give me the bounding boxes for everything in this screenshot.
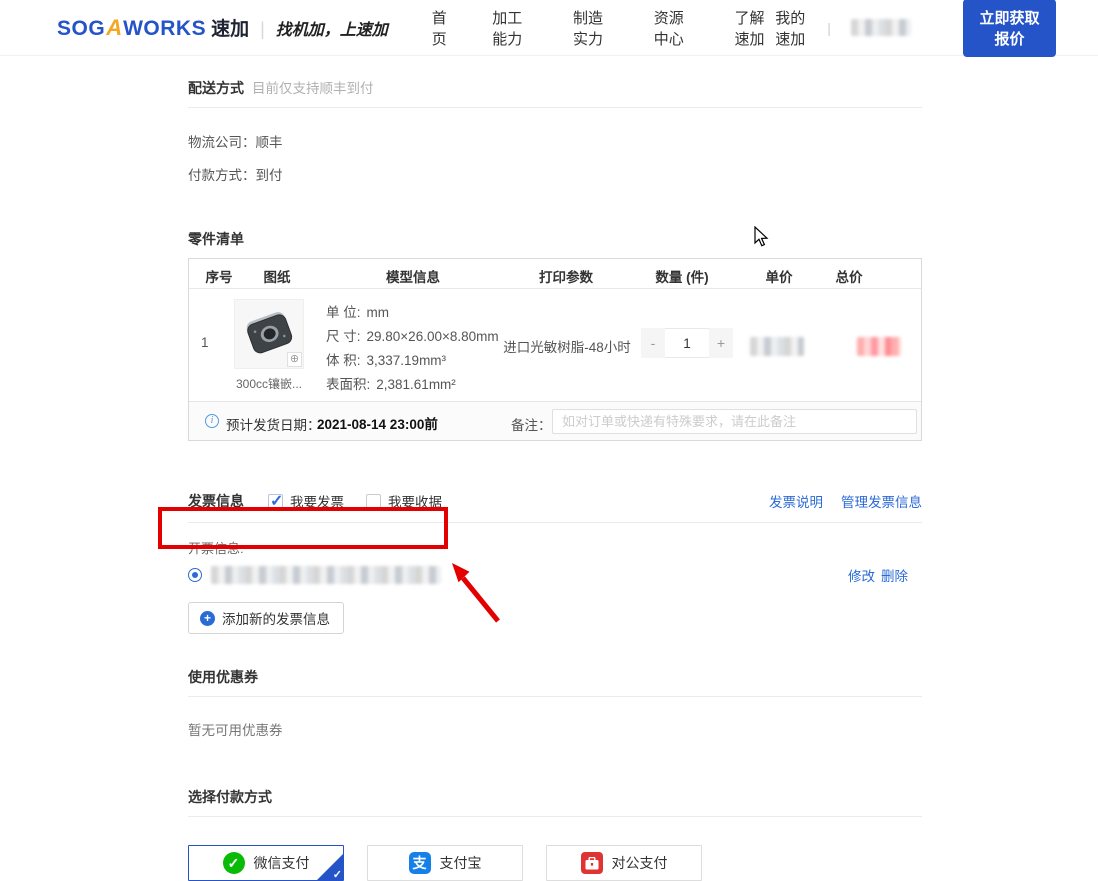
nav-item-about[interactable]: 了解速加	[734, 7, 775, 49]
row-index: 1	[201, 335, 209, 350]
section-divider	[188, 816, 922, 817]
wechat-pay-icon: ✓	[223, 852, 245, 874]
ship-date-value: 2021-08-14 23:00前	[317, 413, 438, 433]
alipay-label: 支付宝	[440, 853, 482, 873]
remark-label: 备注：	[511, 414, 552, 434]
model-info-block: 单 位:mm 尺 寸:29.80×26.00×8.80mm 体 积:3,337.…	[326, 301, 499, 397]
unit-value: mm	[367, 305, 390, 320]
briefcase-icon	[581, 852, 603, 874]
delete-link[interactable]: 删除	[881, 565, 908, 585]
total-price-redacted	[857, 337, 901, 356]
add-invoice-button[interactable]: + 添加新的发票信息	[188, 602, 344, 634]
logo-text-2: WORKS	[123, 17, 206, 41]
size-value: 29.80×26.00×8.80mm	[367, 329, 499, 344]
account-separator: |	[827, 20, 831, 36]
zoom-icon[interactable]: ⊕	[287, 352, 302, 367]
nav-item-home[interactable]: 首页	[432, 7, 452, 49]
alipay-icon: 支	[409, 852, 431, 874]
logo-cn-text: 速加	[211, 14, 249, 41]
logo-text: SOG	[57, 17, 105, 41]
want-invoice-checkbox[interactable]: 我要发票	[268, 491, 344, 511]
billing-info-label: 开票信息:	[188, 538, 922, 557]
logistics-row: 物流公司：顺丰	[188, 131, 922, 151]
wechat-pay-label: 微信支付	[254, 853, 310, 873]
my-account-link[interactable]: 我的速加	[775, 7, 817, 49]
section-divider	[188, 107, 922, 108]
delivery-note: 目前仅支持顺丰到付	[252, 77, 374, 97]
logistics-value: 顺丰	[256, 135, 283, 150]
logo-caret: A	[106, 15, 122, 41]
quantity-input[interactable]	[665, 328, 709, 358]
manage-invoice-link[interactable]: 管理发票信息	[841, 491, 922, 511]
col-model-info: 模型信息	[386, 266, 440, 286]
add-invoice-label: 添加新的发票信息	[222, 608, 330, 628]
parts-table-footer: i 预计发货日期： 2021-08-14 23:00前 备注：	[189, 401, 921, 440]
selected-check-icon: ✓	[333, 868, 342, 881]
parts-list-title: 零件清单	[188, 229, 922, 249]
nav-item-resources[interactable]: 资源中心	[654, 7, 695, 49]
sogaworks-logo[interactable]: SOGAWORKS 速加 | 找机加，上速加	[57, 14, 388, 41]
want-receipt-checkbox[interactable]: 我要收据	[366, 491, 442, 511]
plus-icon: +	[200, 611, 215, 626]
ship-date-label: 预计发货日期：	[226, 414, 321, 434]
main-nav: 首页 加工能力 制造实力 资源中心 了解速加	[432, 7, 775, 49]
invoice-section-header: 发票信息 我要发票 我要收据 发票说明 管理发票信息	[188, 491, 922, 511]
payment-method-value: 到付	[256, 168, 283, 183]
col-index: 序号	[206, 266, 233, 286]
col-print-param: 打印参数	[539, 266, 593, 286]
coupon-empty-text: 暂无可用优惠券	[188, 719, 922, 739]
section-divider	[188, 522, 922, 523]
payment-method-row: 付款方式：到付	[188, 164, 922, 184]
billing-info-row: 修改 删除	[188, 565, 922, 585]
quantity-increase-button[interactable]: +	[709, 328, 733, 358]
part-thumbnail[interactable]: ⊕	[234, 299, 304, 369]
modify-link[interactable]: 修改	[848, 565, 875, 585]
parts-table: 序号 图纸 模型信息 打印参数 数量 (件) 单价 总价 1	[188, 258, 922, 441]
delivery-title: 配送方式	[188, 78, 244, 98]
coupon-section: 使用优惠券 暂无可用优惠券	[188, 667, 922, 739]
pay-method-corporate[interactable]: 对公支付	[546, 845, 702, 881]
parts-table-row: 1 ⊕ 300cc镶嵌...	[189, 289, 921, 401]
get-quote-button[interactable]: 立即获取报价	[963, 0, 1056, 57]
quantity-stepper: - +	[641, 328, 733, 358]
volume-value: 3,337.19mm³	[367, 353, 447, 368]
part-file-name: 300cc镶嵌...	[234, 375, 304, 392]
col-total-price: 总价	[836, 266, 863, 286]
logo-separator: |	[260, 19, 265, 40]
col-unit-price: 单价	[766, 266, 793, 286]
col-quantity: 数量 (件)	[655, 266, 708, 286]
invoice-title: 发票信息	[188, 491, 244, 511]
billing-info-redacted	[211, 566, 441, 584]
account-name-redacted[interactable]	[851, 19, 911, 36]
nav-item-capability[interactable]: 加工能力	[492, 7, 533, 49]
delivery-section: 配送方式 目前仅支持顺丰到付 物流公司：顺丰 付款方式：到付	[188, 77, 922, 184]
section-divider	[188, 696, 922, 697]
parts-table-header: 序号 图纸 模型信息 打印参数 数量 (件) 单价 总价	[189, 259, 921, 289]
want-invoice-label: 我要发票	[290, 491, 344, 511]
coupon-title: 使用优惠券	[188, 667, 922, 687]
logo-tagline: 找机加，上速加	[276, 16, 388, 40]
header-account-area: 我的速加 | 立即获取报价	[775, 0, 1056, 57]
unit-price-redacted	[750, 337, 804, 356]
payment-section: 选择付款方式 ✓ 微信支付 ✓ 支 支付宝 对公支付	[188, 787, 922, 881]
quantity-decrease-button[interactable]: -	[641, 328, 665, 358]
surface-area-value: 2,381.61mm²	[376, 377, 456, 392]
payment-title: 选择付款方式	[188, 787, 922, 807]
top-navbar: SOGAWORKS 速加 | 找机加，上速加 首页 加工能力 制造实力 资源中心…	[0, 0, 1098, 56]
invoice-help-link[interactable]: 发票说明	[769, 491, 823, 511]
billing-radio-selected[interactable]	[188, 568, 202, 582]
remark-input[interactable]	[552, 409, 917, 434]
corporate-pay-label: 对公支付	[612, 853, 668, 873]
checkbox-checked-icon[interactable]	[268, 494, 283, 509]
checkbox-empty-icon[interactable]	[366, 494, 381, 509]
nav-item-strength[interactable]: 制造实力	[573, 7, 614, 49]
info-icon: i	[205, 414, 219, 428]
pay-method-wechat[interactable]: ✓ 微信支付 ✓	[188, 845, 344, 881]
want-receipt-label: 我要收据	[388, 491, 442, 511]
col-drawing: 图纸	[264, 266, 291, 286]
print-parameter: 进口光敏树脂-48小时	[503, 336, 631, 356]
pay-method-alipay[interactable]: 支 支付宝	[367, 845, 523, 881]
